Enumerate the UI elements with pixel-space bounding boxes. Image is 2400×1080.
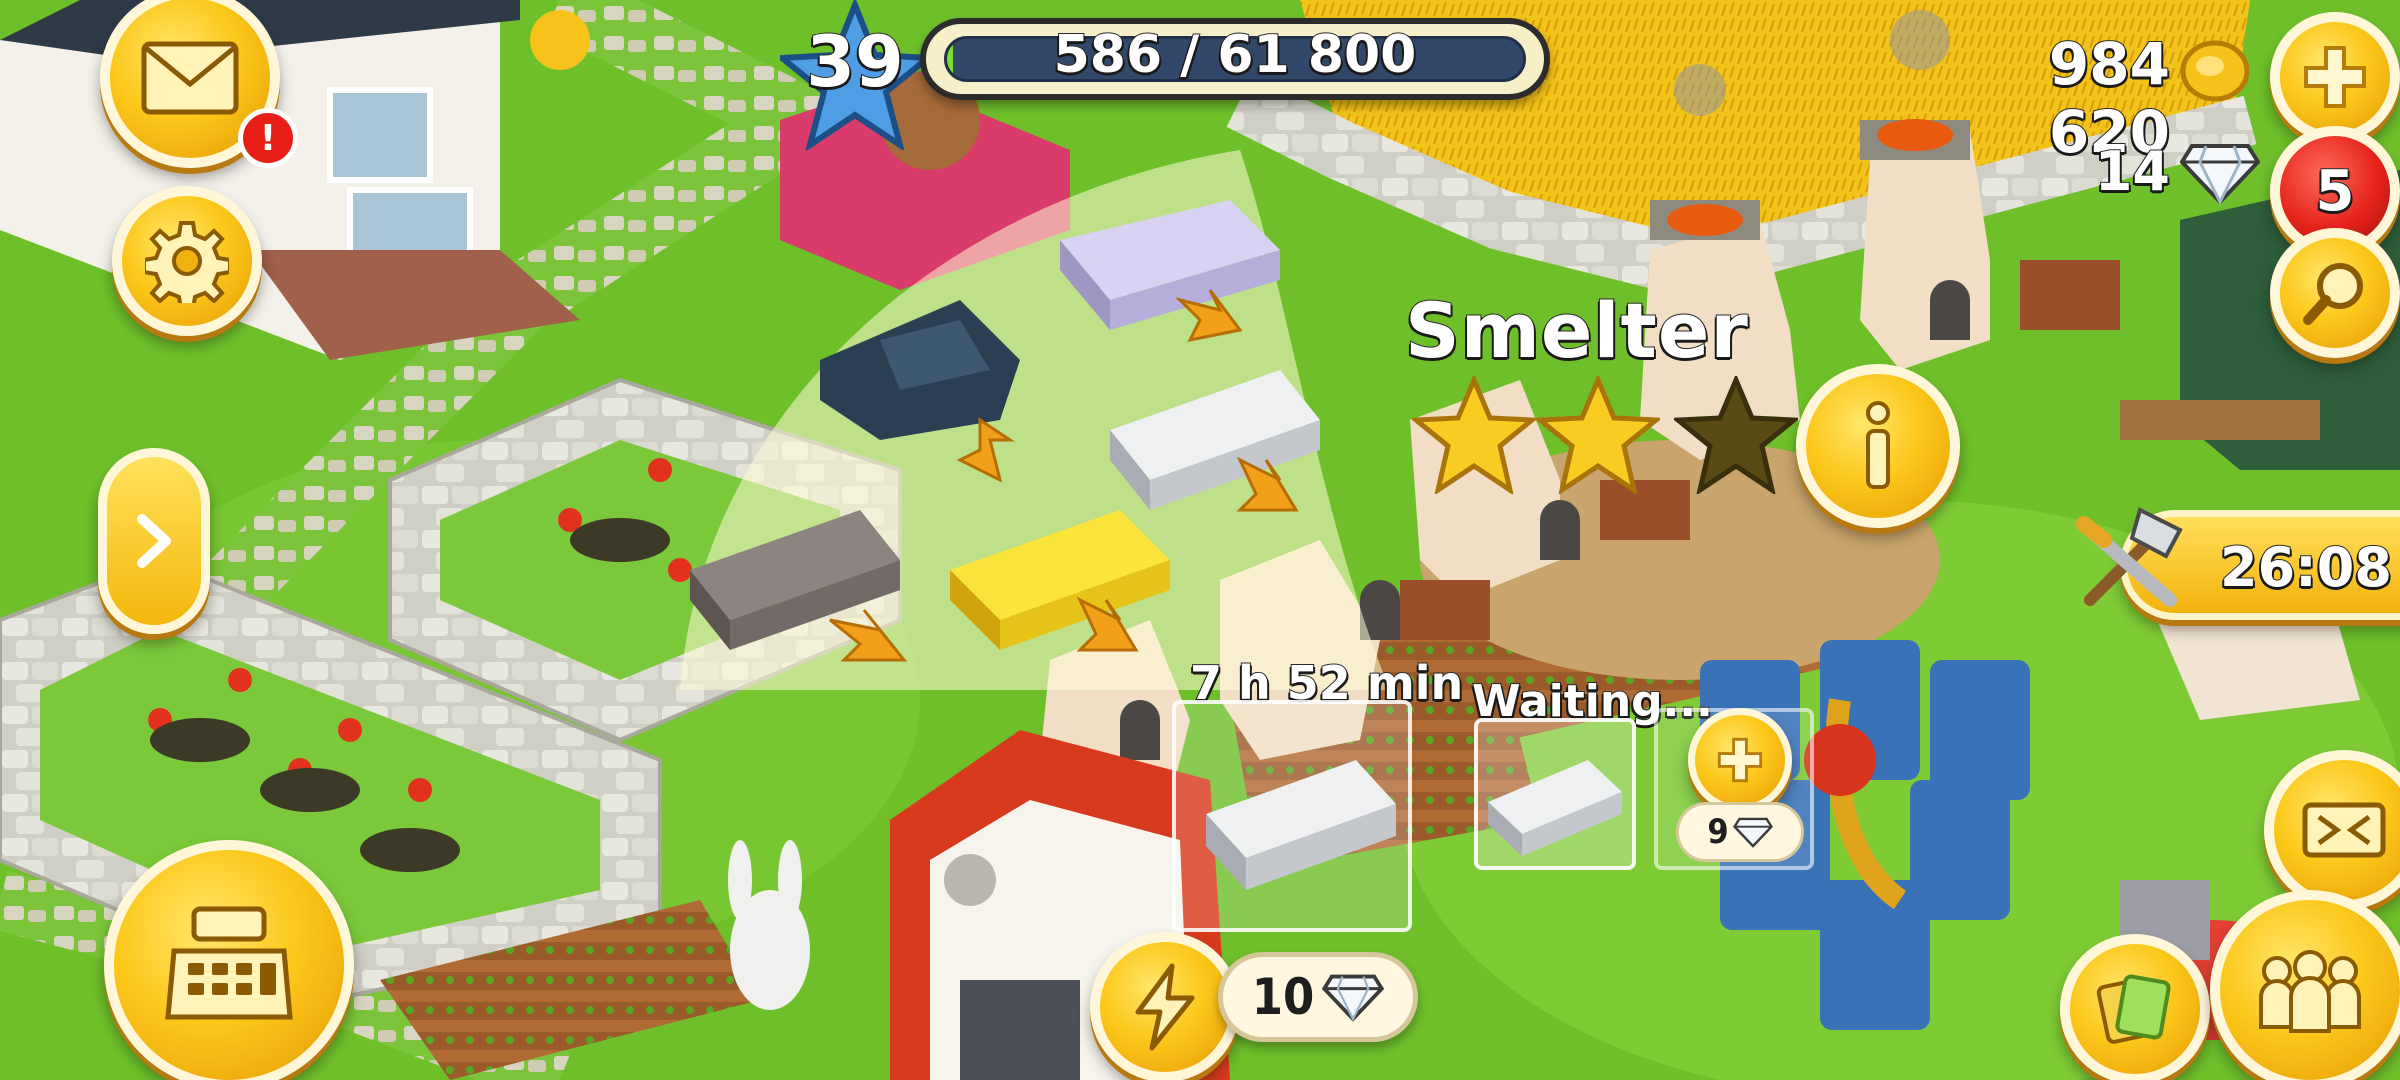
envelope-icon xyxy=(141,41,239,115)
production-slot-waiting[interactable] xyxy=(1474,718,1636,870)
magnifier-icon xyxy=(2303,263,2363,325)
axe-saw-icon xyxy=(2076,507,2183,607)
gold-bar-icon[interactable] xyxy=(950,510,1170,650)
add-slot-button[interactable] xyxy=(1688,708,1792,812)
xp-bar: 586 / 61 800 xyxy=(920,18,1550,100)
speed-up-cost-value: 10 xyxy=(1251,968,1315,1026)
platinum-bar-icon[interactable] xyxy=(1060,200,1280,330)
diamond-icon xyxy=(1322,974,1385,1022)
cards-icon xyxy=(2096,974,2171,1044)
friends-button[interactable] xyxy=(2210,890,2400,1080)
silver-bar-icon xyxy=(1488,760,1622,856)
cards-button[interactable] xyxy=(2060,934,2210,1080)
friends-icon xyxy=(2259,950,2361,1033)
diamond-icon xyxy=(1732,817,1773,848)
cash-register-icon xyxy=(165,906,293,1020)
gear-icon xyxy=(145,221,229,303)
speed-up-cost[interactable]: 10 xyxy=(1218,952,1418,1042)
speed-up-button[interactable] xyxy=(1090,932,1240,1080)
plus-icon xyxy=(2304,46,2366,108)
star-filled-icon xyxy=(1536,376,1660,494)
info-button[interactable] xyxy=(1796,364,1960,528)
add-slot-cost: 9 xyxy=(1676,802,1804,862)
add-slot-cost-value: 9 xyxy=(1707,812,1729,852)
notifications-count: 5 xyxy=(2315,158,2356,225)
diamond-icon xyxy=(2180,144,2260,206)
coal-icon[interactable] xyxy=(820,300,1020,440)
game-screen: 39 586 / 61 800 984 620 14 5 ! Smelter 7… xyxy=(0,0,2400,1080)
production-slot-active[interactable] xyxy=(1172,700,1412,932)
level-number: 39 xyxy=(805,21,904,103)
plus-icon xyxy=(1717,737,1763,783)
star-filled-icon xyxy=(1412,376,1536,494)
info-icon xyxy=(1866,401,1890,489)
lightning-icon xyxy=(1135,963,1195,1051)
search-button[interactable] xyxy=(2270,228,2400,358)
building-title: Smelter xyxy=(1404,285,1749,376)
xp-text: 586 / 61 800 xyxy=(1053,25,1418,85)
settings-button[interactable] xyxy=(112,186,262,336)
derby-timer: 26:08 xyxy=(2219,535,2393,600)
chevron-right-icon xyxy=(137,514,171,568)
silver-bar-icon[interactable] xyxy=(1110,370,1320,510)
expand-arrows-icon xyxy=(2302,802,2386,858)
add-coins-button[interactable] xyxy=(2270,12,2400,142)
mail-alert-badge: ! xyxy=(238,108,298,168)
shop-button[interactable] xyxy=(104,840,354,1080)
star-empty-icon xyxy=(1674,376,1798,494)
expand-menu-button[interactable] xyxy=(98,448,210,634)
silver-bar-icon xyxy=(1206,760,1396,890)
coin-icon xyxy=(2180,40,2250,102)
diamonds-count: 14 xyxy=(2094,139,2171,204)
